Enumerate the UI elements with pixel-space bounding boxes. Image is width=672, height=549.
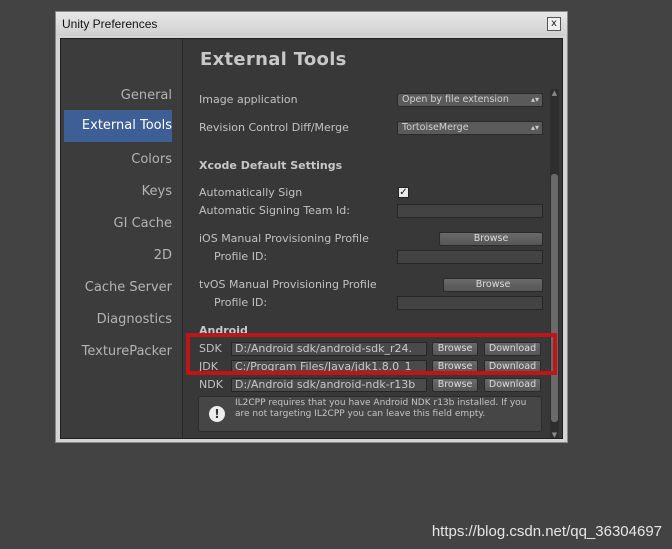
revision-control-dropdown[interactable]: TortoiseMerge ▴▾	[397, 121, 543, 135]
sidebar-item-external-tools[interactable]: External Tools	[64, 110, 172, 142]
ndk-help-text: IL2CPP requires that you have Android ND…	[235, 398, 527, 419]
sdk-label: SDK	[199, 342, 222, 355]
sidebar-item-diagnostics[interactable]: Diagnostics	[97, 312, 172, 327]
jdk-download-button[interactable]: Download	[484, 360, 541, 374]
sidebar-item-2d[interactable]: 2D	[154, 248, 172, 263]
window-title: Unity Preferences	[62, 17, 158, 31]
sdk-path-field[interactable]: D:/Android sdk/android-sdk_r24.	[231, 342, 427, 356]
ios-profile-id-field[interactable]	[397, 250, 543, 264]
watermark-text: https://blog.csdn.net/qq_36304697	[431, 523, 662, 540]
dropdown-arrows-icon: ▴▾	[530, 123, 539, 132]
ios-profile-id-label: Profile ID:	[214, 250, 268, 263]
scrollbar-thumb[interactable]	[551, 174, 558, 422]
revision-control-value: TortoiseMerge	[402, 122, 469, 133]
preferences-window: Unity Preferences x General External Too…	[55, 11, 568, 443]
close-button[interactable]: x	[547, 17, 561, 31]
auto-sign-checkbox[interactable]: ✓	[398, 187, 409, 198]
sidebar-item-colors[interactable]: Colors	[131, 152, 172, 167]
ndk-download-button[interactable]: Download	[484, 378, 541, 392]
ios-profile-browse-button[interactable]: Browse	[439, 232, 543, 246]
scroll-up-icon[interactable]: ▲	[550, 89, 559, 97]
jdk-label: JDK	[199, 360, 218, 373]
ndk-label: NDK	[199, 378, 223, 391]
sidebar-item-gi-cache[interactable]: GI Cache	[114, 216, 172, 231]
page-title: External Tools	[200, 49, 347, 70]
tvos-profile-id-field[interactable]	[397, 296, 543, 310]
image-application-label: Image application	[199, 93, 298, 106]
exclamation-icon: !	[209, 406, 225, 422]
dropdown-arrows-icon: ▴▾	[530, 95, 539, 104]
team-id-label: Automatic Signing Team Id:	[199, 204, 350, 217]
ndk-help-box: ! IL2CPP requires that you have Android …	[198, 396, 542, 432]
ndk-path-field[interactable]: D:/Android sdk/android-ndk-r13b	[231, 378, 427, 392]
sdk-browse-button[interactable]: Browse	[432, 342, 478, 356]
vertical-scrollbar[interactable]: ▲ ▼	[550, 89, 559, 438]
scroll-down-icon[interactable]: ▼	[550, 431, 559, 438]
checkmark-icon: ✓	[399, 187, 408, 198]
auto-sign-label: Automatically Sign	[199, 186, 303, 199]
tvos-profile-id-label: Profile ID:	[214, 296, 268, 309]
sidebar-item-keys[interactable]: Keys	[142, 184, 172, 199]
android-section-heading: Android	[199, 324, 248, 337]
external-tools-panel: External Tools Image application Open by…	[184, 39, 562, 438]
jdk-browse-button[interactable]: Browse	[432, 360, 478, 374]
sidebar-item-general[interactable]: General	[121, 88, 172, 103]
sidebar: General External Tools Colors Keys GI Ca…	[61, 39, 183, 438]
tvos-profile-label: tvOS Manual Provisioning Profile	[199, 278, 377, 291]
image-application-value: Open by file extension	[402, 94, 509, 105]
jdk-path-field[interactable]: C:/Program Files/Java/jdk1.8.0_1	[231, 360, 427, 374]
sdk-download-button[interactable]: Download	[484, 342, 541, 356]
ios-profile-label: iOS Manual Provisioning Profile	[199, 232, 369, 245]
title-bar[interactable]: Unity Preferences x	[56, 12, 567, 36]
team-id-field[interactable]	[397, 204, 543, 218]
sidebar-item-texturepacker[interactable]: TexturePacker	[82, 344, 172, 359]
revision-control-label: Revision Control Diff/Merge	[199, 121, 349, 134]
tvos-profile-browse-button[interactable]: Browse	[443, 278, 543, 292]
image-application-dropdown[interactable]: Open by file extension ▴▾	[397, 93, 543, 107]
xcode-section-heading: Xcode Default Settings	[199, 159, 343, 172]
ndk-browse-button[interactable]: Browse	[432, 378, 478, 392]
preferences-client: General External Tools Colors Keys GI Ca…	[60, 38, 563, 439]
sidebar-item-cache-server[interactable]: Cache Server	[85, 280, 172, 295]
